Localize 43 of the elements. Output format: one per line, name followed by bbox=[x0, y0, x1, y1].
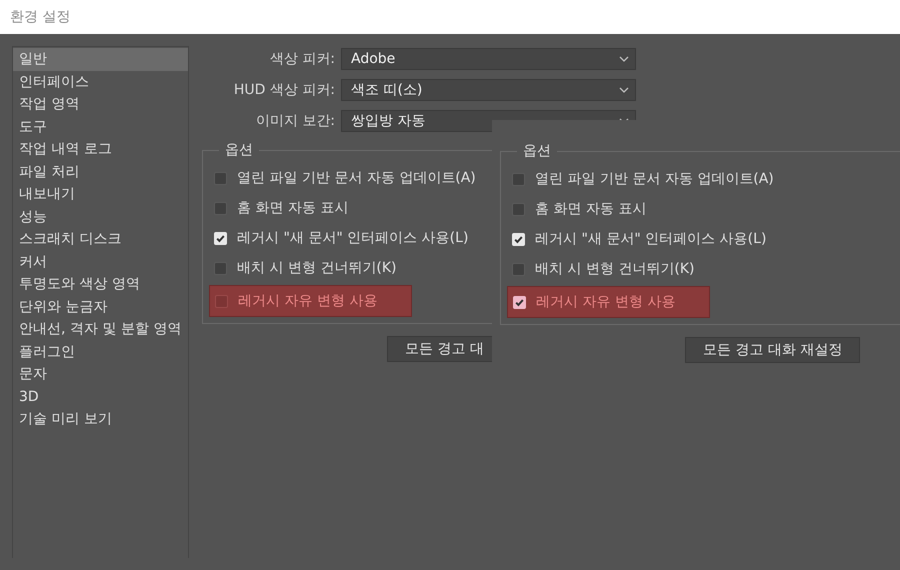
sidebar-item[interactable]: 스크래치 디스크 bbox=[13, 228, 188, 250]
sidebar-item[interactable]: 플러그인 bbox=[13, 340, 188, 363]
checkbox-label: 열린 파일 기반 문서 자동 업데이트(A) bbox=[237, 169, 476, 187]
reset-warnings-button[interactable]: 모든 경고 대화 재설정 bbox=[685, 337, 860, 363]
sidebar-item[interactable]: 작업 영역 bbox=[13, 93, 188, 116]
sidebar-item[interactable]: 안내선, 격자 및 분할 영역 bbox=[13, 318, 188, 340]
sidebar-item[interactable]: 문자 bbox=[13, 363, 188, 386]
field-label: HUD 색상 피커: bbox=[232, 81, 335, 99]
checkbox-label: 홈 화면 자동 표시 bbox=[237, 199, 348, 217]
dropdown[interactable]: Adobe bbox=[341, 48, 636, 70]
sidebar-item[interactable]: 일반 bbox=[13, 48, 188, 70]
group-title: 옵션 bbox=[224, 141, 254, 159]
checkbox-label: 레거시 자유 변형 사용 bbox=[536, 293, 676, 311]
checkbox[interactable] bbox=[214, 202, 227, 214]
sidebar-item[interactable]: 파일 처리 bbox=[13, 160, 188, 183]
checkbox-label: 레거시 "새 문서" 인터페이스 사용(L) bbox=[535, 230, 766, 248]
sidebar-item[interactable]: 기술 미리 보기 bbox=[13, 408, 188, 430]
checkbox[interactable] bbox=[512, 172, 525, 186]
sidebar-item[interactable]: 작업 내역 로그 bbox=[13, 138, 188, 160]
sidebar-item[interactable]: 단위와 눈금자 bbox=[13, 296, 188, 318]
checkbox-label: 레거시 자유 변형 사용 bbox=[238, 292, 378, 310]
group-title: 옵션 bbox=[522, 142, 552, 160]
checkbox[interactable] bbox=[214, 262, 227, 274]
checkbox-label: 열린 파일 기반 문서 자동 업데이트(A) bbox=[535, 170, 774, 188]
field-label: 이미지 보간: bbox=[254, 112, 335, 130]
sidebar-item[interactable]: 3D bbox=[13, 386, 188, 408]
window-title: 환경 설정 bbox=[10, 8, 70, 26]
checkbox[interactable] bbox=[215, 294, 228, 308]
checkbox-label: 레거시 "새 문서" 인터페이스 사용(L) bbox=[237, 229, 468, 247]
sidebar-item[interactable]: 커서 bbox=[13, 250, 188, 273]
sidebar-item[interactable]: 성능 bbox=[13, 206, 188, 228]
checkbox[interactable] bbox=[512, 262, 525, 276]
checkbox[interactable] bbox=[214, 172, 227, 184]
sidebar-item[interactable]: 내보내기 bbox=[13, 183, 188, 206]
sidebar-item[interactable]: 투명도와 색상 영역 bbox=[13, 273, 188, 296]
checkbox[interactable] bbox=[512, 202, 525, 216]
checkbox-label: 홈 화면 자동 표시 bbox=[535, 200, 646, 218]
checkbox-label: 배치 시 변형 건너뛰기(K) bbox=[237, 259, 396, 277]
dropdown[interactable]: 색조 띠(소) bbox=[341, 79, 636, 101]
sidebar-item[interactable]: 인터페이스 bbox=[13, 70, 188, 93]
field-label: 색상 피커: bbox=[268, 50, 335, 68]
checkbox-label: 배치 시 변형 건너뛰기(K) bbox=[535, 260, 694, 278]
sidebar-item[interactable]: 도구 bbox=[13, 116, 188, 138]
